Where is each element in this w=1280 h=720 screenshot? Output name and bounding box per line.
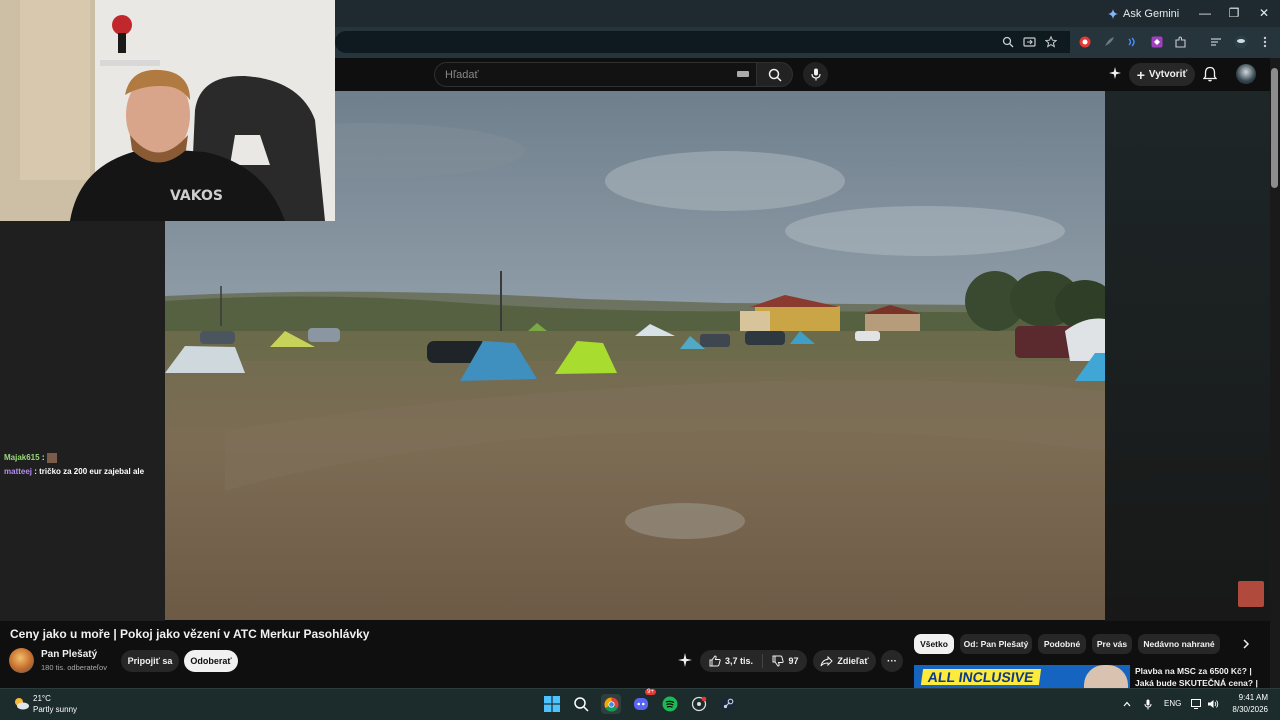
chrome-icon[interactable] bbox=[601, 694, 621, 714]
chevron-up-icon[interactable] bbox=[1121, 698, 1133, 710]
reading-list-icon[interactable] bbox=[1207, 33, 1225, 51]
svg-text:VAKOS: VAKOS bbox=[170, 188, 223, 204]
overlay-mini-avatar bbox=[1238, 581, 1264, 607]
cast-icon[interactable] bbox=[1020, 33, 1038, 51]
webcam-frame: VAKOS bbox=[0, 0, 335, 221]
account-avatar[interactable] bbox=[1236, 64, 1256, 84]
stream-overlay-left-panel bbox=[0, 221, 165, 621]
search-button[interactable] bbox=[756, 62, 793, 87]
chat-text: tričko za 200 eur zajebal ale bbox=[39, 467, 145, 476]
subscribe-button[interactable]: Odoberať bbox=[184, 650, 238, 672]
subscriber-count: 180 tis. odberateľov bbox=[41, 663, 107, 672]
ask-gemini-button[interactable]: Ask Gemini bbox=[1108, 5, 1179, 22]
like-count: 3,7 tis. bbox=[724, 656, 753, 666]
profile-avatar-icon[interactable] bbox=[1232, 33, 1250, 51]
recommended-video-title[interactable]: Plavba na MSC za 6500 Kč? | Jaká bude SK… bbox=[1135, 665, 1265, 689]
thumbs-up-icon bbox=[709, 655, 721, 667]
taskbar-clock-time[interactable]: 9:41 AM bbox=[1228, 693, 1268, 702]
more-actions-button[interactable]: ··· bbox=[881, 650, 903, 672]
chat-message: matteej : tričko za 200 eur zajebal ale bbox=[4, 467, 145, 476]
chip-from-channel[interactable]: Od: Pan Plešatý bbox=[960, 634, 1032, 654]
like-divider bbox=[762, 654, 763, 668]
media-player-icon[interactable] bbox=[689, 694, 709, 714]
maximize-button[interactable]: ❐ bbox=[1221, 4, 1247, 22]
zoom-icon[interactable] bbox=[999, 33, 1017, 51]
like-button[interactable]: 3,7 tis. bbox=[700, 650, 762, 672]
address-bar[interactable] bbox=[335, 31, 1070, 53]
chip-recently-uploaded[interactable]: Nedávno nahrané bbox=[1138, 634, 1220, 654]
ask-ai-sparkle-icon[interactable] bbox=[676, 651, 694, 669]
spotify-icon[interactable] bbox=[660, 694, 680, 714]
channel-avatar[interactable] bbox=[9, 648, 34, 673]
thumbnail-text: ALL INCLUSIVE bbox=[920, 669, 1041, 685]
chip-all[interactable]: Všetko bbox=[914, 634, 954, 654]
microphone-tray-icon[interactable] bbox=[1142, 698, 1154, 710]
create-button[interactable]: + Vytvoriť bbox=[1129, 63, 1195, 86]
extension-feather-icon[interactable] bbox=[1100, 33, 1118, 51]
join-button[interactable]: Pripojiť sa bbox=[121, 650, 179, 672]
thumbnail-person bbox=[1084, 665, 1128, 689]
taskbar-clock-date[interactable]: 8/30/2026 bbox=[1222, 705, 1268, 714]
dislike-count: 97 bbox=[788, 656, 799, 666]
browser-menu-icon[interactable] bbox=[1256, 33, 1274, 51]
search-icon[interactable] bbox=[571, 694, 591, 714]
extension-red-icon[interactable] bbox=[1076, 33, 1094, 51]
emote-icon bbox=[46, 453, 57, 463]
ambient-right-panel bbox=[1105, 91, 1270, 621]
extension-wave-icon[interactable] bbox=[1124, 33, 1142, 51]
bookmark-star-icon[interactable] bbox=[1042, 33, 1060, 51]
dislike-button[interactable]: 97 bbox=[764, 650, 807, 672]
network-icon[interactable] bbox=[1191, 698, 1203, 710]
input-language[interactable]: ENG bbox=[1164, 699, 1181, 708]
chip-related[interactable]: Podobné bbox=[1038, 634, 1086, 654]
microphone-icon bbox=[810, 68, 821, 81]
partly-sunny-icon[interactable] bbox=[13, 696, 29, 710]
plus-icon: + bbox=[1136, 66, 1145, 83]
chat-message: Majak615 : bbox=[4, 453, 57, 463]
chat-username: Majak615 bbox=[4, 453, 40, 463]
discord-icon[interactable]: 9+ bbox=[631, 689, 656, 714]
volume-icon[interactable] bbox=[1207, 698, 1219, 710]
streamer-webcam: VAKOS bbox=[0, 0, 335, 221]
windows-start-icon[interactable] bbox=[542, 694, 562, 714]
create-label: Vytvoriť bbox=[1148, 69, 1188, 80]
gemini-sparkle-icon bbox=[1108, 8, 1118, 19]
notifications-bell-icon[interactable] bbox=[1203, 66, 1217, 82]
share-button[interactable]: Zdieľať bbox=[813, 650, 876, 672]
chevron-right-icon[interactable] bbox=[1236, 634, 1256, 654]
chat-username: matteej bbox=[4, 467, 33, 476]
minimize-button[interactable]: — bbox=[1192, 4, 1218, 22]
search-icon bbox=[768, 68, 782, 82]
voice-search-button[interactable] bbox=[803, 62, 828, 87]
thumbs-down-icon bbox=[772, 655, 785, 667]
weather-temperature[interactable]: 21°C bbox=[33, 694, 51, 703]
chip-for-you[interactable]: Pre vás bbox=[1092, 634, 1132, 654]
ai-sparkle-icon[interactable] bbox=[1108, 66, 1122, 80]
keyboard-icon[interactable] bbox=[737, 71, 749, 77]
extensions-puzzle-icon[interactable] bbox=[1172, 33, 1190, 51]
video-title: Ceny jako u moře | Pokoj jako vězení v A… bbox=[10, 627, 370, 641]
notification-badge: 9+ bbox=[645, 689, 656, 695]
share-label: Zdieľať bbox=[837, 656, 869, 666]
steam-icon[interactable] bbox=[718, 694, 738, 714]
ask-gemini-label: Ask Gemini bbox=[1123, 7, 1180, 20]
recommended-video-thumbnail[interactable]: ALL INCLUSIVE bbox=[914, 665, 1130, 689]
channel-name[interactable]: Pan Plešatý bbox=[41, 649, 97, 660]
search-input[interactable]: Hľadať bbox=[434, 62, 756, 87]
scrollbar-thumb[interactable] bbox=[1271, 68, 1278, 188]
close-button[interactable]: ✕ bbox=[1251, 4, 1277, 22]
share-icon bbox=[820, 655, 834, 666]
weather-description[interactable]: Partly sunny bbox=[33, 705, 77, 714]
extension-purple-icon[interactable] bbox=[1148, 33, 1166, 51]
